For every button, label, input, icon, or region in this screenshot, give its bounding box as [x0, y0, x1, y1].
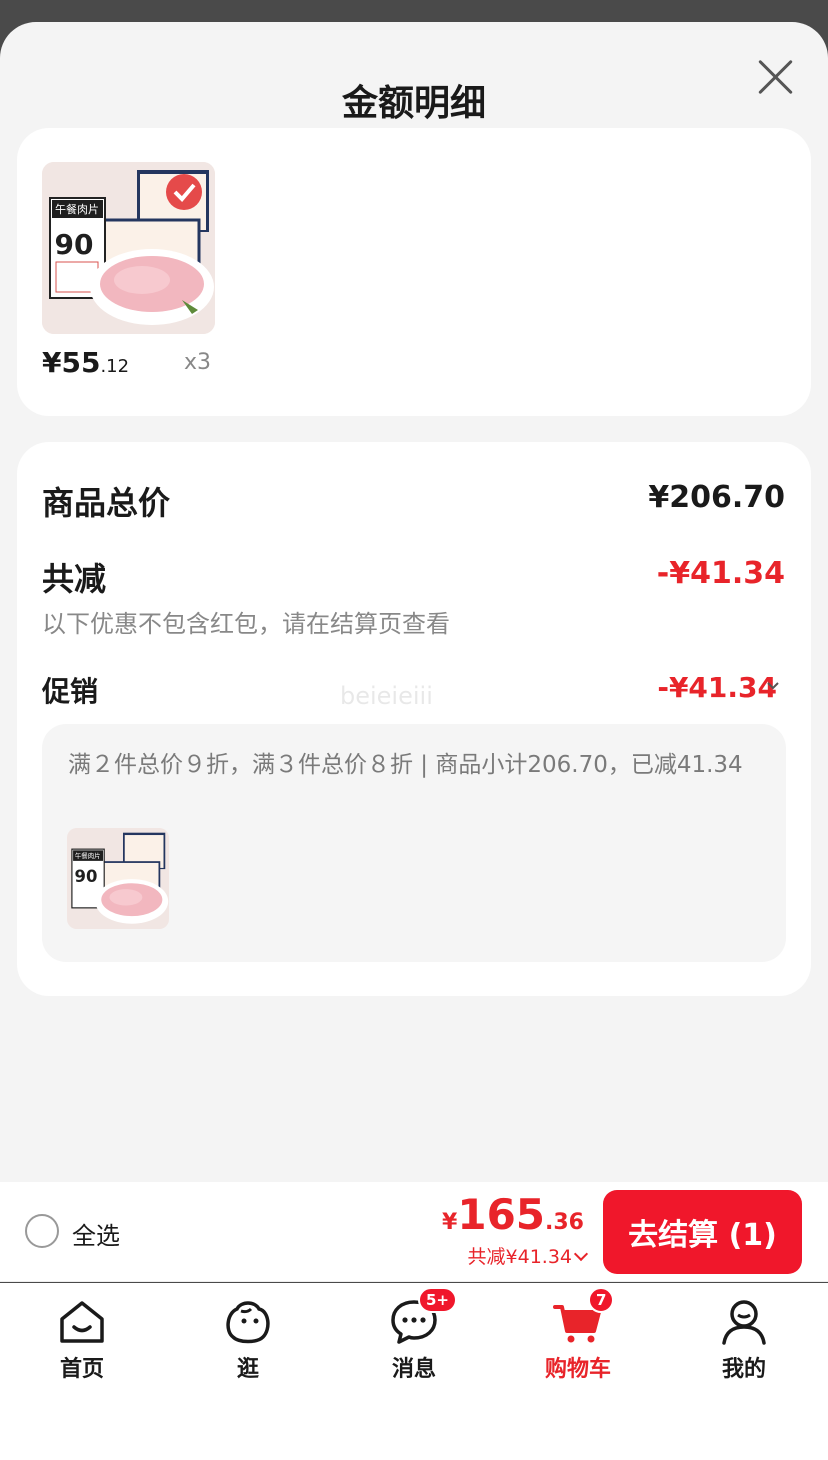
select-all-label[interactable]: 全选 [72, 1216, 120, 1251]
profile-icon [722, 1300, 766, 1345]
thumb-label: 午餐肉片 [75, 851, 101, 860]
price-detail-card: 商品总价 ¥206.70 共减 -¥41.34 以下优惠不包含红包，请在结算页查… [17, 442, 811, 996]
tab-browse[interactable]: 逛 [188, 1293, 308, 1383]
bottom-tab-bar: 首页 逛 5+ 消息 7 购物车 我的 [0, 1283, 828, 1460]
total-price-value: ¥206.70 [648, 480, 785, 515]
saved-amount-text: 共减¥41.34 [467, 1246, 572, 1268]
sheet-title: 金额明细 [341, 83, 486, 124]
item-unit-price: ¥55.12 [42, 346, 129, 379]
item-quantity: x3 [184, 350, 212, 375]
close-icon[interactable] [756, 58, 794, 96]
thumb-label: 午餐肉片 [55, 202, 99, 216]
tab-cart[interactable]: 7 购物车 [518, 1287, 638, 1383]
product-thumbnail[interactable]: 午餐肉片 90 [42, 162, 215, 334]
home-icon [60, 1301, 104, 1343]
message-badge: 5+ [418, 1287, 458, 1313]
tab-label: 逛 [236, 1357, 259, 1382]
tab-profile[interactable]: 我的 [684, 1293, 804, 1383]
tab-label: 消息 [391, 1357, 436, 1382]
tab-messages[interactable]: 5+ 消息 [354, 1287, 474, 1383]
tab-label: 我的 [721, 1357, 766, 1382]
total-price-label: 商品总价 [42, 484, 171, 522]
promotion-text: 满２件总价９折，满３件总价８折 | 商品小计206.70，已减41.34 [68, 752, 743, 778]
item-price-dec: .12 [100, 356, 130, 377]
amount-integer: 165 [457, 1190, 546, 1239]
browse-icon [226, 1301, 270, 1344]
discount-label: 共减 [42, 560, 107, 598]
amount-decimal: .36 [545, 1210, 584, 1235]
thumb-number: 90 [55, 228, 94, 261]
checkout-button[interactable]: 去结算 (1) [603, 1190, 802, 1274]
product-image: 午餐肉片 90 [42, 162, 215, 334]
thumb-number: 90 [75, 867, 98, 886]
cart-badge: 7 [588, 1287, 615, 1313]
product-card: 午餐肉片 90 ¥55.12 x3 [17, 128, 811, 416]
watermark: beieieiii [340, 682, 433, 710]
saved-amount[interactable]: 共减¥41.34 [467, 1242, 589, 1269]
tab-label: 首页 [59, 1357, 104, 1382]
promotion-label: 促销 [42, 675, 99, 708]
discount-value: -¥41.34 [656, 556, 785, 591]
item-price-int: ¥55 [42, 346, 101, 379]
tab-home[interactable]: 首页 [22, 1293, 142, 1383]
chevron-down-icon [573, 1246, 589, 1262]
product-image: 午餐肉片 90 [67, 828, 169, 929]
tab-label: 购物车 [544, 1357, 611, 1382]
checkout-bar: 全选 ¥165.36 共减¥41.34 去结算 (1) [0, 1182, 828, 1282]
select-all-radio[interactable] [25, 1214, 59, 1248]
promotion-value[interactable]: -¥41.34 [657, 671, 777, 704]
chevron-down-icon[interactable] [765, 678, 781, 694]
amount-currency: ¥ [442, 1210, 458, 1235]
payable-amount: ¥165.36 [442, 1190, 584, 1239]
promotion-product-thumbnail[interactable]: 午餐肉片 90 [67, 828, 169, 929]
discount-note: 以下优惠不包含红包，请在结算页查看 [42, 610, 450, 638]
